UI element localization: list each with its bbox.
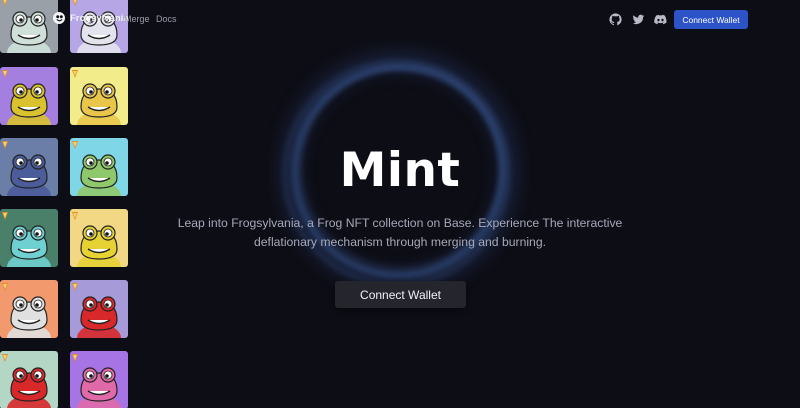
nft-card[interactable] [70, 280, 128, 338]
frog-logo-icon [53, 12, 65, 24]
frog-nft-icon [77, 83, 121, 125]
flame-badge-icon [2, 283, 8, 291]
flame-badge-icon [72, 354, 78, 362]
flame-badge-icon [2, 212, 8, 220]
flame-badge-icon [2, 70, 8, 78]
nav-link-merge[interactable]: Merge [124, 14, 150, 24]
frog-nft-icon [77, 296, 121, 338]
frog-nft-icon [7, 367, 51, 408]
flame-badge-icon [72, 212, 78, 220]
nft-card[interactable] [0, 209, 58, 267]
nft-card[interactable] [70, 351, 128, 408]
nav-link-docs[interactable]: Docs [156, 14, 177, 24]
nft-card[interactable] [70, 209, 128, 267]
nft-card[interactable] [70, 67, 128, 125]
brand-name: Frogsylvania [70, 12, 129, 24]
github-icon[interactable] [609, 13, 622, 26]
frog-nft-icon [7, 296, 51, 338]
nft-card[interactable] [0, 67, 58, 125]
flame-badge-icon [72, 70, 78, 78]
nft-card[interactable] [0, 351, 58, 408]
discord-icon[interactable] [654, 13, 667, 26]
frog-nft-icon [7, 225, 51, 267]
mint-page: Frogsylvania Merge Docs Connect Wallet M… [0, 0, 800, 408]
hero-description: Leap into Frogsylvania, a Frog NFT colle… [177, 216, 623, 249]
connect-wallet-nav-button[interactable]: Connect Wallet [674, 10, 748, 29]
nft-card[interactable] [0, 280, 58, 338]
page-title: Mint [339, 143, 461, 198]
connect-wallet-button[interactable]: Connect Wallet [335, 281, 466, 308]
top-nav: Frogsylvania Merge Docs Connect Wallet [0, 0, 800, 38]
flame-badge-icon [2, 354, 8, 362]
frog-nft-icon [7, 83, 51, 125]
nft-gallery-strip [0, 0, 134, 408]
frog-nft-icon [77, 367, 121, 408]
frog-nft-icon [77, 225, 121, 267]
brand[interactable]: Frogsylvania [53, 12, 129, 24]
flame-badge-icon [72, 283, 78, 291]
twitter-icon[interactable] [632, 13, 645, 26]
